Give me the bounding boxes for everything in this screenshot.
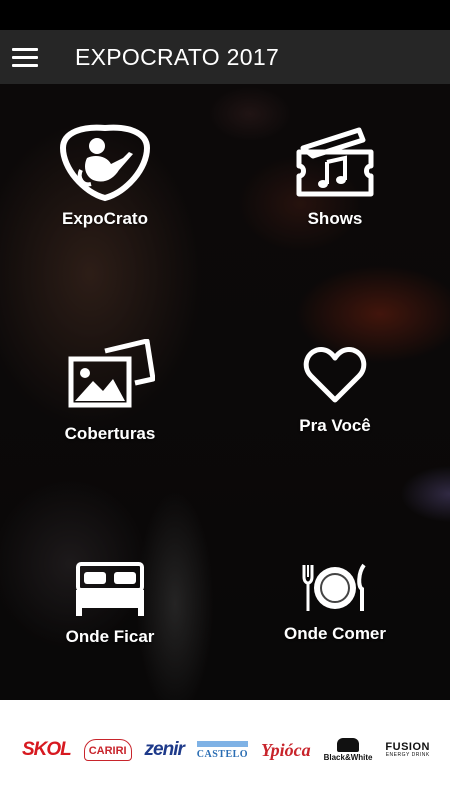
- hamburger-menu-icon[interactable]: [0, 30, 50, 84]
- bed-icon: [76, 562, 144, 616]
- tile-onde-ficar[interactable]: Onde Ficar: [20, 562, 200, 700]
- tile-onde-comer[interactable]: Onde Comer: [245, 563, 425, 700]
- heart-icon: [303, 347, 367, 403]
- sponsor-bar: SKOL CARIRI zenir CASTELO Ypióca Black&W…: [0, 700, 450, 800]
- sponsor-black-white-logo: Black&White: [323, 737, 373, 763]
- app-bar: EXPOCRATO 2017: [0, 30, 450, 84]
- dog-icon: [337, 737, 360, 752]
- tile-label: Coberturas: [64, 424, 156, 443]
- fork-plate-knife-icon: [302, 563, 366, 611]
- tile-coberturas[interactable]: Coberturas: [20, 339, 200, 499]
- sponsor-zenir-logo: zenir: [144, 739, 185, 760]
- sponsor-fusion-logo: FUSION ENERGY DRINK: [385, 742, 430, 758]
- hero-background: ExpoCrato Shows Coberturas Pra Você Onde…: [0, 84, 450, 700]
- sponsor-skol-logo: SKOL: [22, 739, 72, 760]
- tile-pra-voce[interactable]: Pra Você: [245, 346, 425, 506]
- tile-shows[interactable]: Shows: [245, 122, 425, 282]
- tile-expocrato[interactable]: ExpoCrato: [15, 122, 195, 282]
- tile-label: Pra Você: [299, 416, 371, 435]
- tile-label: Shows: [307, 209, 363, 228]
- tile-label: ExpoCrato: [62, 209, 148, 228]
- tile-label: Onde Comer: [283, 624, 387, 643]
- app-title: EXPOCRATO 2017: [75, 43, 280, 70]
- guitar-player-icon: [59, 124, 151, 202]
- tile-label: Onde Ficar: [65, 627, 155, 646]
- photos-icon: [68, 339, 155, 408]
- sponsor-black-white-text: Black&White: [323, 752, 373, 762]
- sponsor-fusion-subtext: ENERGY DRINK: [385, 752, 430, 758]
- status-bar: [0, 0, 450, 30]
- music-ticket-icon: [296, 127, 374, 197]
- sponsor-castelo-logo: CASTELO: [196, 740, 249, 760]
- sponsor-cariri-logo: CARIRI: [83, 739, 132, 761]
- sponsor-ypioca-logo: Ypióca: [261, 739, 311, 760]
